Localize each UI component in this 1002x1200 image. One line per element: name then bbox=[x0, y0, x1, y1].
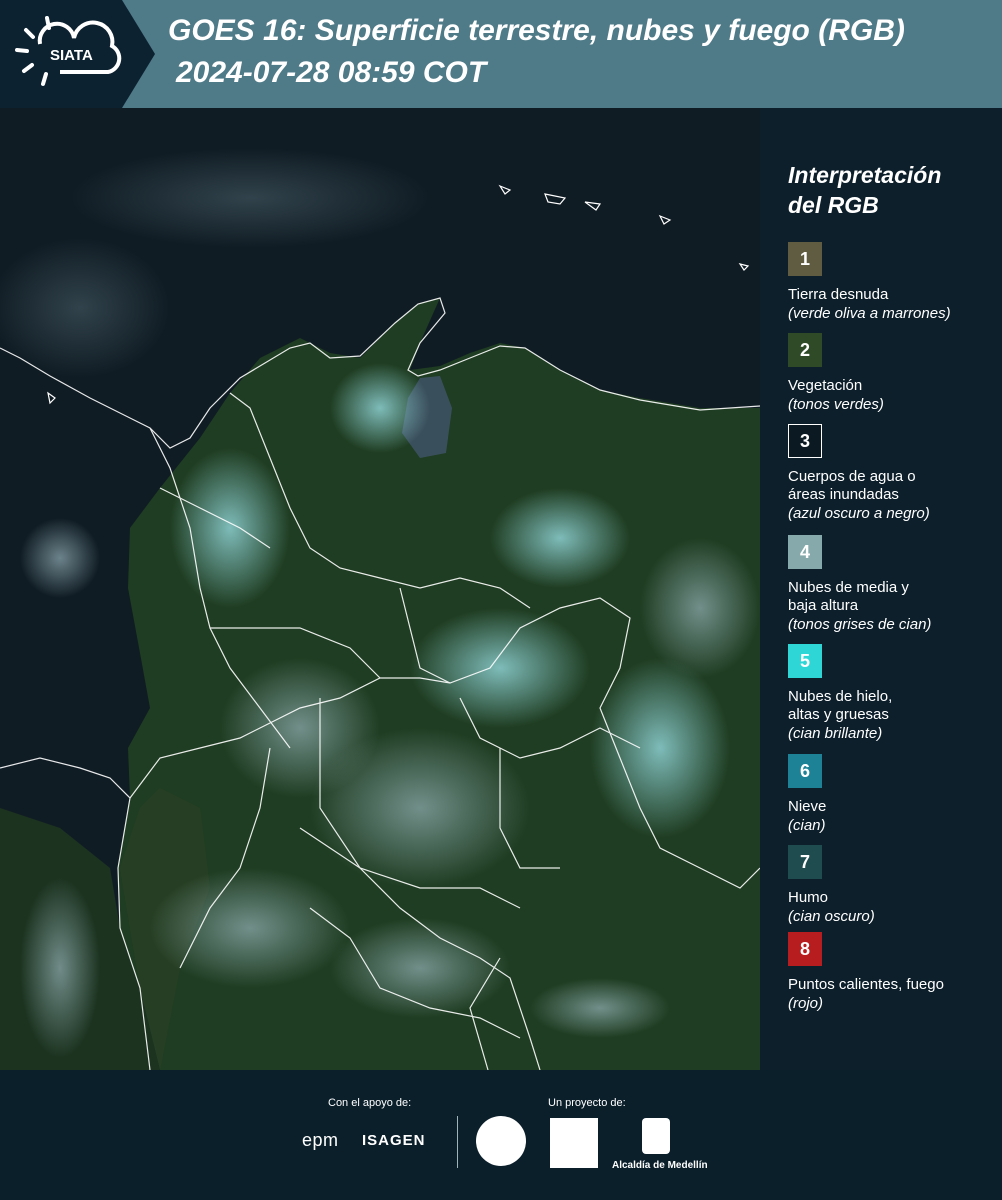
legend-label: Nubes de media y baja altura bbox=[788, 579, 931, 615]
legend-item: 2 Vegetación (tonos verdes) bbox=[788, 333, 884, 414]
legend-note: (cian) bbox=[788, 817, 826, 834]
legend-label: Nubes de hielo, altas y gruesas bbox=[788, 688, 892, 724]
legend-swatch: 4 bbox=[788, 535, 822, 569]
legend-note: (cian brillante) bbox=[788, 725, 883, 742]
legend-label-line: Nubes de hielo, bbox=[788, 688, 893, 705]
legend-label: Puntos calientes, fuego bbox=[788, 976, 944, 994]
legend-label-line: altas y gruesas bbox=[788, 706, 889, 723]
page-title: GOES 16: Superficie terrestre, nubes y f… bbox=[168, 14, 905, 47]
legend-item: 8 Puntos calientes, fuego (rojo) bbox=[788, 932, 944, 1013]
legend-swatch: 1 bbox=[788, 242, 822, 276]
isagen-logo: ISAGEN bbox=[362, 1132, 426, 1149]
legend-item: 4 Nubes de media y baja altura (tonos grise… bbox=[788, 535, 931, 634]
image-datetime: 2024-07-28 08:59 COT bbox=[176, 56, 487, 89]
legend-swatch: 2 bbox=[788, 333, 822, 367]
legend-note: (rojo) bbox=[788, 995, 824, 1012]
footer-divider bbox=[457, 1116, 458, 1168]
university-seal-logo bbox=[476, 1116, 526, 1166]
legend-label-line: Tierra desnuda bbox=[788, 286, 889, 303]
header-bar: SIATA GOES 16: Superficie terrestre, nub… bbox=[0, 0, 1002, 108]
epm-logo: epm bbox=[302, 1130, 339, 1150]
legend-item: 6 Nieve (cian) bbox=[788, 754, 826, 835]
legend-label: Humo bbox=[788, 889, 875, 907]
legend-label: Tierra desnuda bbox=[788, 286, 951, 304]
support-label: Con el apoyo de: bbox=[328, 1097, 412, 1109]
legend-item: 5 Nubes de hielo, altas y gruesas (cian bri… bbox=[788, 644, 892, 743]
alcaldia-label: Alcaldía de Medellín bbox=[612, 1160, 708, 1171]
legend-label-line: Cuerpos de agua o bbox=[788, 468, 916, 485]
legend-label: Cuerpos de agua o áreas inundadas bbox=[788, 468, 930, 504]
alcaldia-shield-logo bbox=[642, 1118, 670, 1154]
footer: Con el apoyo de: Un proyecto de: epm ISA… bbox=[0, 1070, 1002, 1200]
legend-label-line: Vegetación bbox=[788, 377, 863, 394]
legend-title: Interpretación del RGB bbox=[788, 162, 942, 218]
legend-item: 1 Tierra desnuda (verde oliva a marrones) bbox=[788, 242, 951, 323]
legend-swatch: 3 bbox=[788, 424, 822, 458]
legend-label-line: Nubes de media y bbox=[788, 579, 909, 596]
legend-label-line: Puntos calientes, fuego bbox=[788, 976, 944, 993]
legend-note: (verde oliva a marrones) bbox=[788, 305, 951, 322]
legend-note: (azul oscuro a negro) bbox=[788, 505, 930, 522]
legend-label-line: Nieve bbox=[788, 798, 827, 815]
satellite-map bbox=[0, 108, 760, 1070]
legend-note: (tonos verdes) bbox=[788, 396, 884, 413]
legend-note: (cian oscuro) bbox=[788, 908, 875, 925]
legend-label: Vegetación bbox=[788, 377, 884, 395]
project-label: Un proyecto de: bbox=[548, 1097, 626, 1109]
legend-label: Nieve bbox=[788, 798, 826, 816]
legend-swatch: 6 bbox=[788, 754, 822, 788]
legend-item: 3 Cuerpos de agua o áreas inundadas (azul o… bbox=[788, 424, 930, 523]
area-metropolitana-logo bbox=[550, 1118, 598, 1168]
legend-item: 7 Humo (cian oscuro) bbox=[788, 845, 875, 926]
legend-swatch: 8 bbox=[788, 932, 822, 966]
siata-logo: SIATA bbox=[0, 0, 155, 108]
svg-text:SIATA: SIATA bbox=[50, 47, 93, 64]
legend-note: (tonos grises de cian) bbox=[788, 616, 932, 633]
legend-label-line: baja altura bbox=[788, 597, 859, 614]
legend-swatch: 5 bbox=[788, 644, 822, 678]
legend-label-line: áreas inundadas bbox=[788, 486, 899, 503]
legend-swatch: 7 bbox=[788, 845, 822, 879]
legend-label-line: Humo bbox=[788, 889, 829, 906]
rgb-legend: Interpretación del RGB 1 Tierra desnuda (v… bbox=[760, 108, 1002, 1070]
